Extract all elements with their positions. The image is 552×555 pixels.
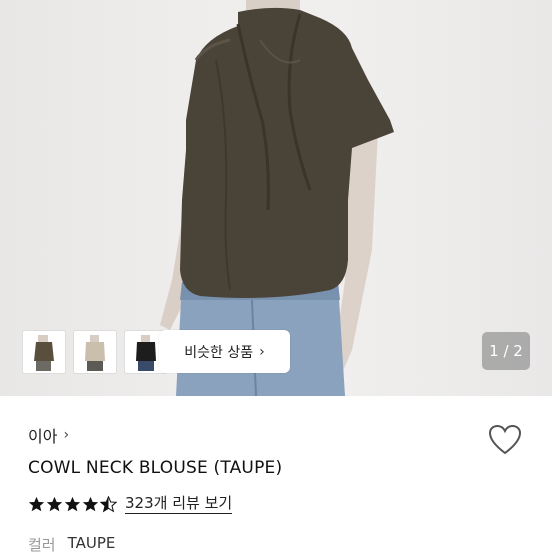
store-name: 이아 xyxy=(28,427,58,446)
star-icon xyxy=(82,496,99,511)
star-icon xyxy=(46,496,63,511)
thumbnail-strip xyxy=(22,330,168,374)
thumbnail-1[interactable] xyxy=(22,330,66,374)
store-link[interactable]: 이아 › xyxy=(28,423,69,447)
rating-row: 323개 리뷰 보기 xyxy=(28,494,233,514)
similar-products-button[interactable]: 비슷한 상품 › xyxy=(159,330,290,373)
heart-icon[interactable] xyxy=(488,424,522,456)
rating-stars xyxy=(28,495,117,513)
chevron-right-icon: › xyxy=(63,427,70,443)
image-pager: 1 / 2 xyxy=(482,332,530,370)
star-icon xyxy=(28,496,45,511)
product-title: COWL NECK BLOUSE (TAUPE) xyxy=(28,458,283,478)
product-image[interactable]: 비슷한 상품 › 1 / 2 xyxy=(0,0,552,396)
star-icon xyxy=(64,496,81,511)
chevron-right-icon: › xyxy=(259,343,265,360)
star-half-icon xyxy=(100,495,117,512)
similar-products-label: 비슷한 상품 xyxy=(184,344,254,361)
thumbnail-2[interactable] xyxy=(73,330,117,374)
review-link[interactable]: 323개 리뷰 보기 xyxy=(125,494,233,514)
